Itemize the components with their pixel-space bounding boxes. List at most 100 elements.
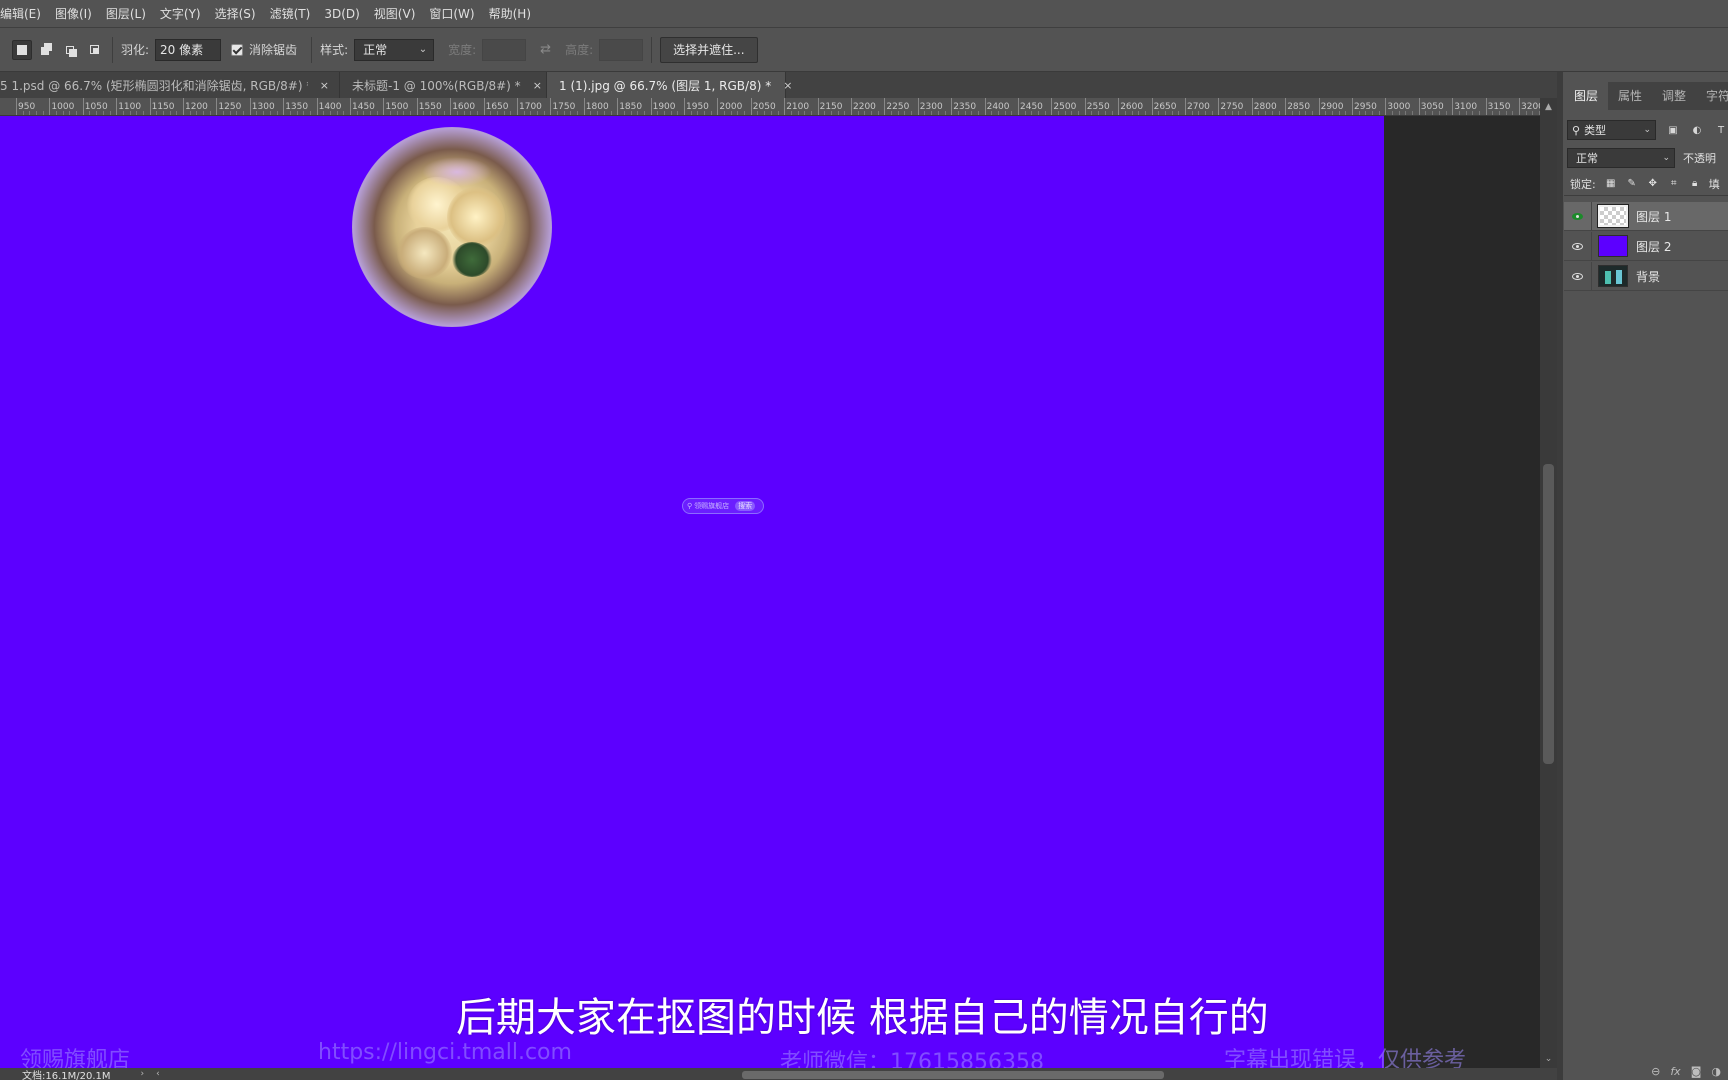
chevron-down-icon: ⌄ [1662, 153, 1670, 163]
canvas-area[interactable]: ⚲ 领赐旗舰店 搜索 后期大家在抠图的时候 根据自己的情况自行的 领赐旗舰店 h… [0, 116, 1540, 1068]
image-filter-icon[interactable]: ▣ [1666, 123, 1680, 137]
ruler-minor-tick [1044, 111, 1046, 115]
visibility-eye-icon[interactable] [1564, 261, 1592, 291]
document-tab[interactable]: 未标题-1 @ 100%(RGB/8#) * × [340, 72, 547, 98]
layer-row[interactable]: 图层 1 [1564, 201, 1728, 231]
lock-all-icon[interactable]: 🔒︎ [1689, 178, 1701, 190]
menu-select[interactable]: 选择(S) [208, 0, 263, 28]
document-tab-active[interactable]: 1 (1).jpg @ 66.7% (图层 1, RGB/8) * × [547, 72, 792, 98]
ruler-label: 2900 [1320, 102, 1344, 112]
watermark-badge: ⚲ 领赐旗舰店 搜索 [682, 498, 764, 514]
mask-icon[interactable]: ◙ [1691, 1065, 1702, 1078]
antialias-checkbox[interactable] [231, 43, 244, 56]
visibility-eye-icon[interactable] [1564, 201, 1592, 231]
lock-paint-icon[interactable]: ✎ [1626, 178, 1638, 190]
layer-filter-row: ⚲ 类型 ⌄ ▣ ◐ T [1564, 118, 1728, 142]
close-icon[interactable]: × [533, 79, 542, 92]
ruler-label: 1700 [519, 102, 542, 112]
scroll-thumb[interactable] [1543, 464, 1554, 764]
scroll-left-icon[interactable]: ‹ [156, 1069, 160, 1079]
ruler-label: 1550 [418, 102, 442, 112]
ruler-label: 1200 [185, 102, 208, 112]
tab-layers[interactable]: 图层 [1564, 82, 1609, 110]
ruler-minor-tick [777, 111, 779, 115]
ruler-tick [1018, 98, 1019, 115]
document-canvas[interactable]: ⚲ 领赐旗舰店 搜索 [0, 116, 1384, 1068]
ruler-minor-tick [543, 111, 545, 115]
menu-layer[interactable]: 图层(L) [99, 0, 153, 28]
tab-properties[interactable]: 属性 [1608, 82, 1652, 110]
ruler-label: 1400 [318, 102, 342, 112]
ruler-label: 2850 [1287, 102, 1311, 112]
scroll-up-icon[interactable]: ▲ [1540, 98, 1557, 116]
menu-filter[interactable]: 滤镜(T) [263, 0, 318, 28]
subtract-from-selection-icon[interactable] [60, 40, 80, 60]
close-icon[interactable]: × [320, 79, 329, 92]
lock-transparent-icon[interactable]: ▦ [1605, 178, 1617, 190]
lock-artboard-icon[interactable]: ⌗ [1668, 178, 1680, 190]
ruler-minor-tick [176, 111, 178, 115]
status-menu-arrow-icon[interactable]: › [141, 1069, 145, 1079]
ruler-tick [1151, 98, 1153, 115]
ruler-minor-tick [443, 111, 445, 115]
adjustment-filter-icon[interactable]: ◐ [1690, 123, 1704, 137]
layer-row[interactable]: 图层 2 [1564, 231, 1728, 261]
style-select[interactable]: 正常 ⌄ [354, 38, 435, 61]
tab-character[interactable]: 字符 [1696, 82, 1728, 110]
visibility-eye-icon[interactable] [1564, 231, 1592, 261]
ruler-minor-tick [476, 111, 478, 115]
menu-type[interactable]: 文字(Y) [153, 0, 208, 28]
tab-label: 未标题-1 @ 100%(RGB/8#) * [352, 78, 521, 93]
tab-adjustments[interactable]: 调整 [1652, 82, 1696, 110]
ruler-tick [1218, 98, 1220, 115]
menu-window[interactable]: 窗口(W) [422, 0, 481, 28]
ruler-tick [917, 98, 919, 115]
width-input[interactable] [482, 38, 527, 61]
ruler-tick [483, 98, 485, 115]
ruler-minor-tick [977, 111, 979, 115]
menu-help[interactable]: 帮助(H) [482, 0, 538, 28]
watermark-wechat: 老师微信：17615856358 [780, 1050, 1044, 1068]
lock-position-icon[interactable]: ✥ [1647, 178, 1659, 190]
kind-filter-select[interactable]: ⚲ 类型 ⌄ [1567, 120, 1656, 140]
layer-row[interactable]: 背景 [1564, 261, 1728, 291]
ruler-label: 1750 [552, 102, 576, 112]
blend-mode-select[interactable]: 正常 ⌄ [1567, 148, 1675, 168]
document-tab[interactable]: 5 1.psd @ 66.7% (矩形椭圆羽化和消除锯齿, RGB/8#) * … [0, 72, 340, 98]
adjustment-icon[interactable]: ◑ [1711, 1065, 1721, 1078]
ruler-tick [583, 98, 585, 115]
ruler-tick [784, 98, 786, 115]
ruler-tick [517, 98, 518, 115]
horizontal-scroll-thumb[interactable] [742, 1071, 1164, 1079]
document-size[interactable]: 文档:16.1M/20.1M [22, 1067, 111, 1080]
layers-panel: 图层 属性 调整 字符 ⚲ 类型 ⌄ ▣ ◐ T 正常 ⌄ 不透明 锁定: ▦ … [1557, 72, 1728, 1080]
menu-view[interactable]: 视图(V) [367, 0, 423, 28]
type-filter-icon[interactable]: T [1714, 123, 1728, 137]
select-and-mask-button[interactable]: 选择并遮住... [660, 36, 758, 63]
add-to-selection-icon[interactable] [36, 40, 56, 60]
ruler-label: 1000 [51, 102, 75, 112]
chevron-down-icon: ⌄ [1643, 125, 1651, 135]
menu-3d[interactable]: 3D(D) [317, 0, 366, 28]
fx-icon[interactable]: fx [1670, 1065, 1680, 1078]
ruler-tick [149, 98, 151, 115]
ruler-tick [383, 98, 385, 115]
new-selection-icon[interactable] [12, 39, 32, 60]
close-icon[interactable]: × [783, 79, 792, 92]
options-bar: 羽化: 20 像素 消除锯齿 样式: 正常 ⌄ 宽度: ⇄ 高度: 选择并遮住.… [0, 28, 1728, 72]
ruler-tick [550, 98, 552, 115]
link-icon[interactable]: ⊖ [1651, 1065, 1660, 1078]
ruler-tick [283, 98, 285, 115]
swap-icon[interactable]: ⇄ [540, 42, 551, 57]
style-label: 样式: [320, 43, 349, 57]
height-input[interactable] [599, 38, 644, 61]
intersect-selection-icon[interactable] [84, 40, 104, 60]
watermark-badge-text: 领赐旗舰店 [694, 502, 730, 510]
feather-input[interactable]: 20 像素 [155, 38, 222, 61]
ruler-label: 2400 [986, 102, 1010, 112]
tab-label: 5 1.psd @ 66.7% (矩形椭圆羽化和消除锯齿, RGB/8#) * [0, 78, 308, 93]
scroll-down-icon[interactable]: ⌄ [1540, 1054, 1557, 1068]
menu-edit[interactable]: 编辑(E) [0, 0, 48, 28]
vertical-scrollbar[interactable]: ⌄ [1540, 116, 1557, 1068]
menu-image[interactable]: 图像(I) [48, 0, 99, 28]
